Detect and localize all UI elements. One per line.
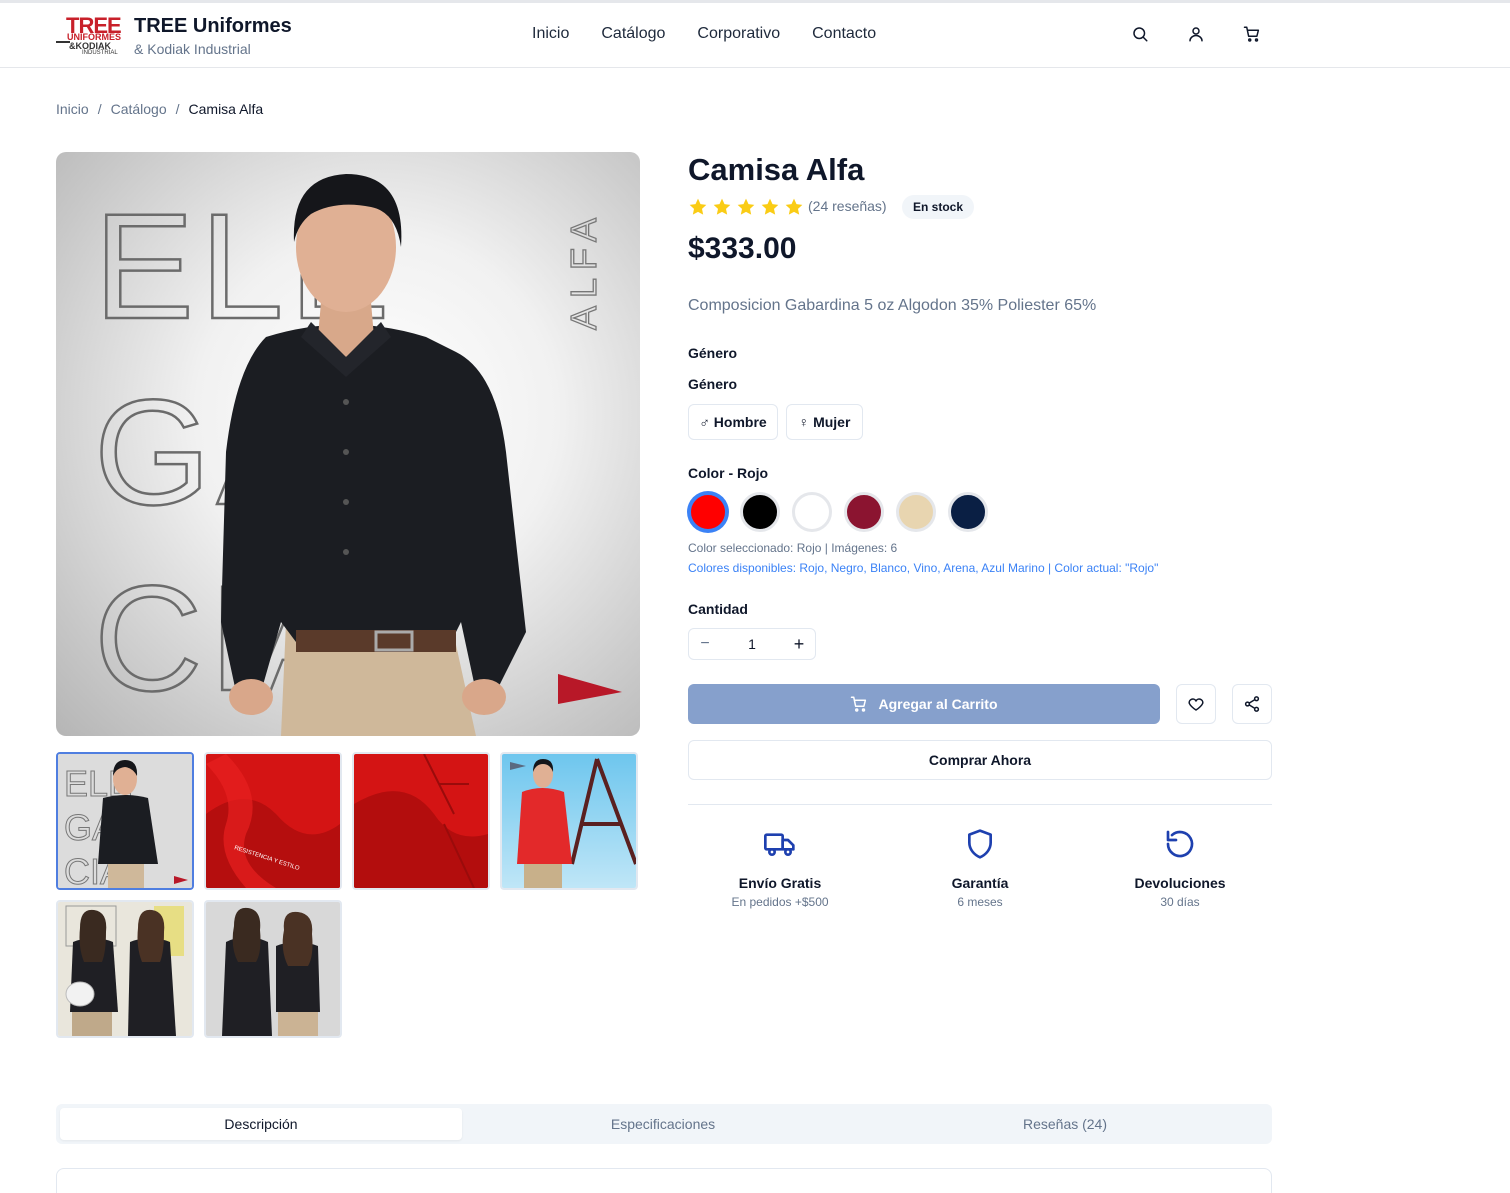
color-swatch-azul-marino[interactable]	[948, 492, 988, 532]
color-selected-info: Color seleccionado: Rojo | Imágenes: 6	[688, 541, 898, 555]
male-icon: ♂	[699, 414, 710, 430]
thumbnail-women-1[interactable]	[56, 900, 194, 1038]
gender-mujer-button[interactable]: ♀ Mujer	[786, 404, 863, 440]
thumbnail-women-2[interactable]	[204, 900, 342, 1038]
color-available-info: Colores disponibles: Rojo, Negro, Blanco…	[688, 561, 1159, 575]
color-label: Color - Rojo	[688, 465, 769, 481]
gender-mujer-label: Mujer	[813, 414, 851, 430]
product-title: Camisa Alfa	[688, 152, 865, 187]
quantity-decrease-button[interactable]: −	[689, 635, 721, 653]
thumbnail-fabric-red[interactable]: RESISTENCIA Y ESTILO	[204, 752, 342, 890]
feature-title: Garantía	[951, 875, 1009, 891]
logo-text: INDUSTRIAL	[82, 50, 118, 56]
stock-badge: En stock	[902, 195, 975, 219]
tab-resenas[interactable]: Reseñas (24)	[864, 1108, 1266, 1140]
heart-icon	[1188, 698, 1204, 711]
nav-contacto[interactable]: Contacto	[812, 25, 876, 43]
breadcrumb-inicio[interactable]: Inicio	[56, 101, 89, 117]
color-swatch-vino[interactable]	[844, 492, 884, 532]
truck-icon	[764, 833, 795, 856]
brand-subtitle: & Kodiak Industrial	[134, 41, 251, 57]
product-description: Composicion Gabardina 5 oz Algodon 35% P…	[688, 297, 1097, 314]
product-price: $333.00	[688, 232, 797, 265]
add-to-cart-label: Agregar al Carrito	[878, 696, 998, 712]
star-icon	[737, 198, 755, 215]
quantity-value[interactable]: 1	[721, 636, 783, 652]
tab-panel	[56, 1168, 1272, 1193]
feature-subtitle: 30 días	[1160, 895, 1200, 909]
section-divider	[688, 804, 1272, 805]
quantity-label: Cantidad	[688, 601, 748, 617]
color-swatch-rojo[interactable]	[688, 492, 728, 532]
logo-divider	[56, 41, 70, 43]
gender-hombre-button[interactable]: ♂ Hombre	[688, 404, 778, 440]
shield-icon	[968, 829, 992, 859]
thumbnail-fabric-pattern[interactable]	[352, 752, 490, 890]
rating-stars	[688, 197, 804, 217]
gender-heading: Género	[688, 345, 738, 361]
buy-now-button[interactable]: Comprar Ahora	[688, 740, 1272, 780]
star-icon	[713, 198, 731, 215]
female-icon: ♀	[798, 414, 810, 430]
tab-especificaciones[interactable]: Especificaciones	[462, 1108, 864, 1140]
feature-free-shipping: Envío Gratis En pedidos +$500	[680, 828, 880, 909]
nav-catalogo[interactable]: Catálogo	[601, 25, 665, 43]
color-swatch-arena[interactable]	[896, 492, 936, 532]
cart-icon	[851, 696, 867, 712]
main-product-image[interactable]: ELE GAN CIA ALFA	[56, 152, 640, 736]
feature-warranty: Garantía 6 meses	[880, 828, 1080, 909]
star-icon	[689, 198, 707, 215]
rotate-icon	[1166, 830, 1194, 858]
thumbnail-elegancia[interactable]: ELE GAN CIA	[56, 752, 194, 890]
product-tabs: Descripción Especificaciones Reseñas (24…	[56, 1104, 1272, 1144]
breadcrumb-separator: /	[97, 101, 102, 117]
quantity-stepper: − 1 +	[688, 628, 816, 660]
quantity-increase-button[interactable]: +	[783, 634, 815, 655]
add-to-cart-button[interactable]: Agregar al Carrito	[688, 684, 1160, 724]
thumbnail-model-red[interactable]	[500, 752, 638, 890]
review-count[interactable]: (24 reseñas)	[808, 198, 887, 214]
breadcrumb-current: Camisa Alfa	[188, 101, 264, 117]
main-text-alfa: ALFA	[563, 210, 604, 330]
color-swatch-blanco[interactable]	[792, 492, 832, 532]
gender-hombre-label: Hombre	[713, 414, 767, 430]
color-swatch-negro[interactable]	[740, 492, 780, 532]
gender-label: Género	[688, 376, 738, 392]
main-nav: Inicio Catálogo Corporativo Contacto	[532, 25, 876, 43]
share-icon	[1244, 696, 1260, 712]
share-button[interactable]	[1232, 684, 1272, 724]
feature-returns: Devoluciones 30 días	[1080, 828, 1280, 909]
tab-descripcion[interactable]: Descripción	[60, 1108, 462, 1140]
feature-subtitle: En pedidos +$500	[731, 895, 829, 909]
breadcrumb-separator: /	[175, 101, 180, 117]
feature-title: Devoluciones	[1134, 875, 1226, 891]
breadcrumb-catalogo[interactable]: Catálogo	[111, 101, 167, 117]
breadcrumb: Inicio / Catálogo / Camisa Alfa	[56, 101, 263, 117]
star-icon	[785, 198, 803, 215]
wishlist-button[interactable]	[1176, 684, 1216, 724]
brand-title[interactable]: TREE Uniformes	[134, 15, 292, 38]
model-illustration: ELE GAN CIA ALFA	[93, 174, 622, 736]
search-icon[interactable]	[1131, 25, 1149, 43]
nav-inicio[interactable]: Inicio	[532, 25, 569, 43]
site-header: TREE UNIFORMES &KODIAK INDUSTRIAL TREE U…	[0, 3, 1510, 68]
cart-icon[interactable]	[1243, 25, 1261, 43]
feature-subtitle: 6 meses	[957, 895, 1003, 909]
user-icon[interactable]	[1187, 25, 1205, 43]
nav-corporativo[interactable]: Corporativo	[697, 25, 780, 43]
brand-logo[interactable]: TREE UNIFORMES &KODIAK INDUSTRIAL	[56, 13, 124, 57]
feature-title: Envío Gratis	[738, 875, 822, 891]
star-icon	[761, 198, 779, 215]
